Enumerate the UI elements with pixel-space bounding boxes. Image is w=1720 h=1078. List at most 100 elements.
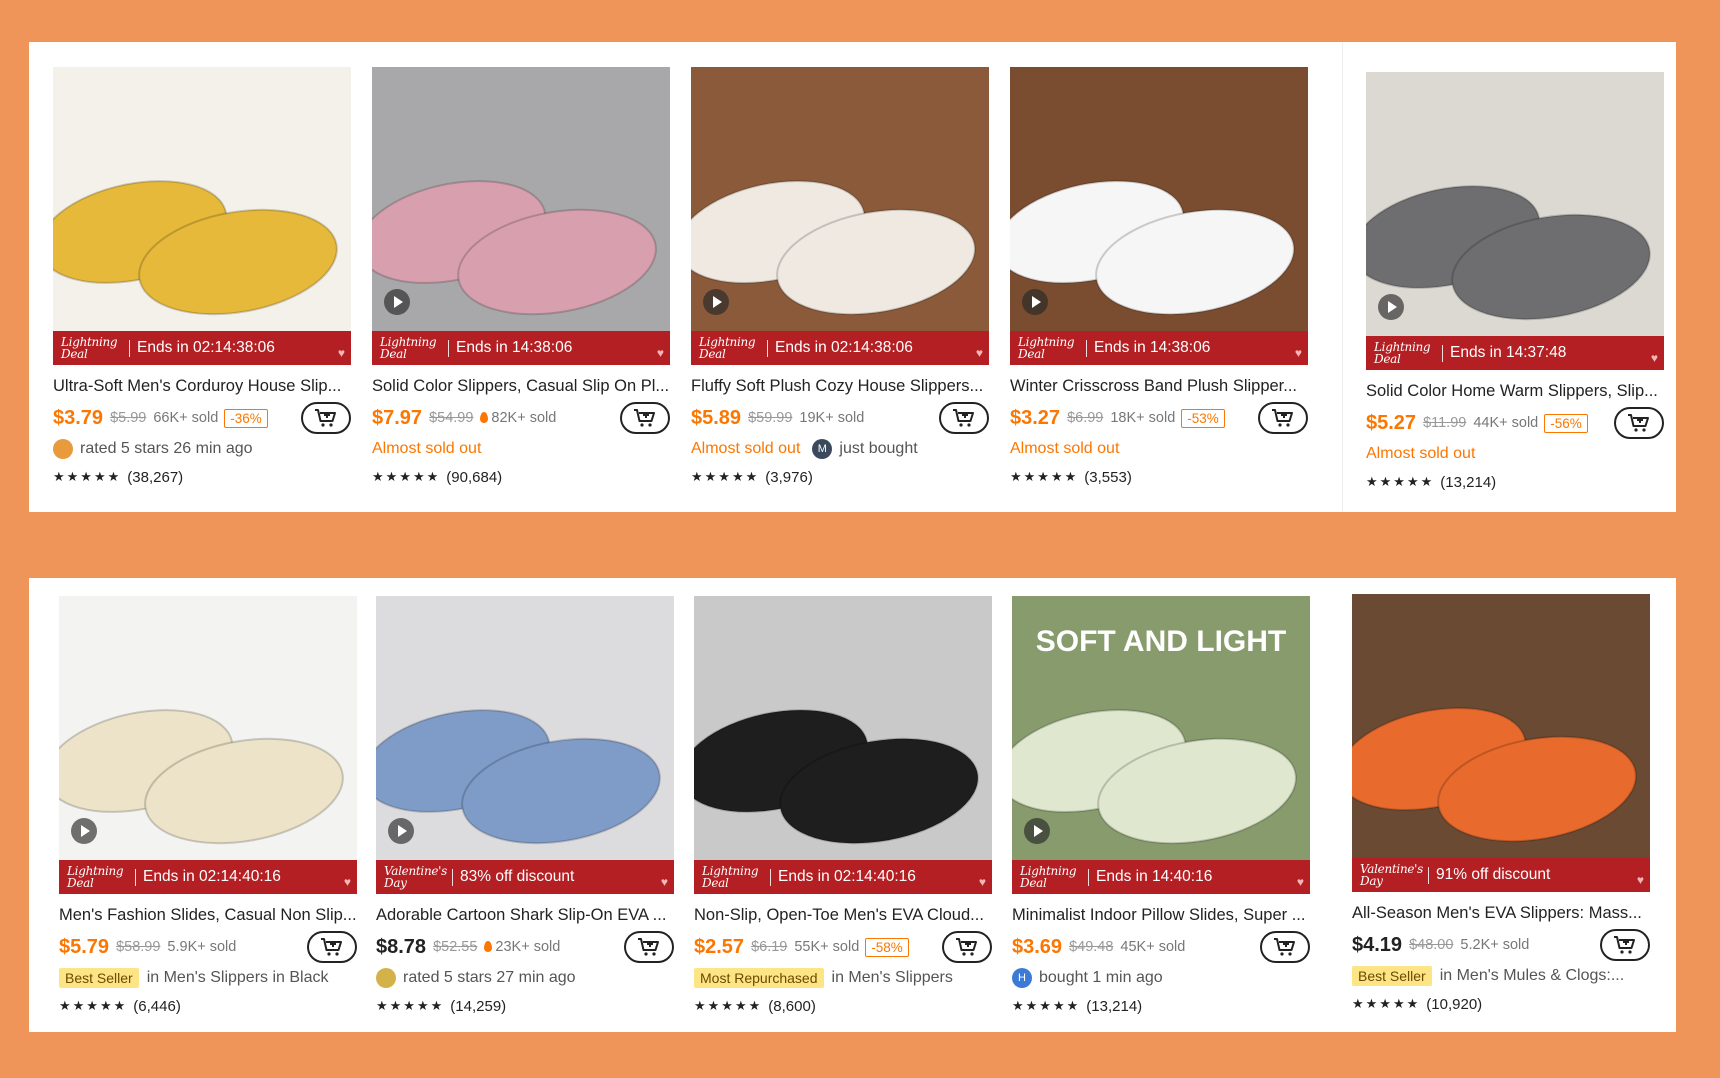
product-title[interactable]: Fluffy Soft Plush Cozy House Slippers... <box>691 377 989 396</box>
flame-icon <box>484 941 493 952</box>
product-card-crisscross-plush-slippers[interactable]: Lightning Deal Ends in 14:38:06 ♥ Winter Cr… <box>1010 67 1308 490</box>
product-title[interactable]: Solid Color Slippers, Casual Slip On Pl.… <box>372 377 670 396</box>
heart-icon: ♥ <box>1296 875 1304 889</box>
add-to-cart-button[interactable] <box>620 402 670 434</box>
product-card-massage-eva-slippers[interactable]: Valentine's Day 91% off discount ♥ All-Seas… <box>1352 594 1650 1017</box>
deal-countdown: Ends in 14:40:16 <box>1096 868 1213 885</box>
product-photo <box>1366 72 1664 370</box>
sold-count: 66K+ sold <box>153 410 219 426</box>
add-to-cart-button[interactable] <box>1258 402 1308 434</box>
product-card-knit-home-slippers[interactable]: Lightning Deal Ends in 14:37:48 ♥ Solid Col… <box>1366 72 1664 495</box>
product-title[interactable]: All-Season Men's EVA Slippers: Mass... <box>1352 904 1650 923</box>
product-image[interactable]: Lightning Deal Ends in 14:38:06 ♥ <box>1010 67 1308 365</box>
heart-icon: ♥ <box>978 875 986 889</box>
sold-count: 44K+ sold <box>1473 415 1539 431</box>
product-image[interactable]: Lightning Deal Ends in 02:14:40:16 ♥ <box>59 596 357 894</box>
cart-icon <box>956 938 977 956</box>
price-row: $4.19 $48.00 5.2K+ sold <box>1352 929 1650 961</box>
add-to-cart-button[interactable] <box>1260 931 1310 963</box>
product-title[interactable]: Solid Color Home Warm Slippers, Slip... <box>1366 382 1664 401</box>
heart-icon: ♥ <box>660 875 668 889</box>
deal-countdown: Ends in 02:14:40:16 <box>143 868 281 885</box>
product-row-top: Lightning Deal Ends in 02:14:38:06 ♥ Ultra-… <box>29 42 1676 512</box>
product-image[interactable]: Valentine's Day 91% off discount ♥ <box>1352 594 1650 892</box>
heart-icon: ♥ <box>656 346 664 360</box>
review-count: (10,920) <box>1426 995 1483 1013</box>
original-price: $6.99 <box>1067 410 1104 426</box>
product-photo <box>691 67 989 365</box>
product-card-fluffy-plush-slippers[interactable]: Lightning Deal Ends in 02:14:38:06 ♥ Fluffy… <box>691 67 989 490</box>
social-proof: Most Repurchased in Men's Slippers <box>694 965 992 991</box>
product-image[interactable]: Lightning Deal Ends in 14:38:06 ♥ <box>372 67 670 365</box>
add-to-cart-button[interactable] <box>307 931 357 963</box>
cart-icon <box>953 409 974 427</box>
social-proof: Almost sold out <box>1010 436 1308 462</box>
deal-divider <box>1086 339 1087 357</box>
add-to-cart-button[interactable] <box>1614 407 1664 439</box>
heart-icon: ♥ <box>1650 351 1658 365</box>
sale-price: $3.79 <box>53 406 104 429</box>
product-card-yellow-corduroy-slippers[interactable]: Lightning Deal Ends in 02:14:38:06 ♥ Ultra-… <box>53 67 351 490</box>
ranking-category[interactable]: in Men's Slippers in Black <box>147 969 329 987</box>
play-video-icon[interactable] <box>1378 294 1404 320</box>
play-video-icon[interactable] <box>1022 289 1048 315</box>
ranking-category[interactable]: in Men's Slippers <box>832 969 953 987</box>
product-image[interactable]: Lightning Deal Ends in 14:37:48 ♥ <box>1366 72 1664 370</box>
ranking-tag: Most Repurchased <box>694 968 824 988</box>
play-video-icon[interactable] <box>703 289 729 315</box>
product-card-eva-cloud-slides[interactable]: Lightning Deal Ends in 02:14:40:16 ♥ Non-Sl… <box>694 596 992 1019</box>
star-rating-icon: ★★★★★ <box>59 998 128 1013</box>
product-title[interactable]: Minimalist Indoor Pillow Slides, Super .… <box>1012 906 1310 925</box>
social-proof: Almost sold out <box>1366 441 1664 467</box>
social-proof: Almost sold out <box>372 436 670 462</box>
add-to-cart-button[interactable] <box>942 931 992 963</box>
product-card-pink-plush-slippers[interactable]: Lightning Deal Ends in 14:38:06 ♥ Solid Col… <box>372 67 670 490</box>
discount-badge: -53% <box>1181 408 1225 428</box>
cart-icon <box>315 409 336 427</box>
sold-count: 5.9K+ sold <box>167 939 237 955</box>
product-title[interactable]: Winter Crisscross Band Plush Slipper... <box>1010 377 1308 396</box>
add-to-cart-button[interactable] <box>301 402 351 434</box>
product-image[interactable]: Lightning Deal Ends in 02:14:38:06 ♥ <box>691 67 989 365</box>
product-photo <box>1352 594 1650 892</box>
ranking-category[interactable]: in Men's Mules & Clogs:... <box>1440 967 1624 985</box>
sold-count: 23K+ sold <box>484 939 560 955</box>
play-video-icon[interactable] <box>71 818 97 844</box>
deal-badge-logo: Lightning Deal <box>380 335 437 361</box>
product-title[interactable]: Adorable Cartoon Shark Slip-On EVA ... <box>376 906 674 925</box>
play-video-icon[interactable] <box>1024 818 1050 844</box>
deal-countdown: Ends in 14:38:06 <box>1094 339 1211 356</box>
play-video-icon[interactable] <box>384 289 410 315</box>
almost-sold-out: Almost sold out <box>691 440 801 457</box>
social-proof: Best Seller in Men's Mules & Clogs:... <box>1352 963 1650 989</box>
rating: ★★★★★ (13,214) <box>1366 469 1664 495</box>
product-card-pillow-slides[interactable]: SOFT AND LIGHT Lightning Deal Ends in 14:4… <box>1012 596 1310 1019</box>
product-title[interactable]: Non-Slip, Open-Toe Men's EVA Cloud... <box>694 906 992 925</box>
sale-price: $8.78 <box>376 935 427 958</box>
original-price: $6.19 <box>751 939 788 955</box>
discount-badge: -56% <box>1544 413 1588 433</box>
product-image[interactable]: Lightning Deal Ends in 02:14:40:16 ♥ <box>694 596 992 894</box>
sold-count: 45K+ sold <box>1120 939 1186 955</box>
add-to-cart-button[interactable] <box>939 402 989 434</box>
original-price: $54.99 <box>429 410 474 426</box>
sold-count: 5.2K+ sold <box>1460 937 1530 953</box>
product-image[interactable]: SOFT AND LIGHT Lightning Deal Ends in 14:4… <box>1012 596 1310 894</box>
star-rating-icon: ★★★★★ <box>376 998 445 1013</box>
product-image[interactable]: Lightning Deal Ends in 02:14:38:06 ♥ <box>53 67 351 365</box>
product-title[interactable]: Men's Fashion Slides, Casual Non Slip... <box>59 906 357 925</box>
product-image[interactable]: Valentine's Day 83% off discount ♥ <box>376 596 674 894</box>
deal-countdown: 91% off discount <box>1436 866 1551 883</box>
sold-count: 18K+ sold <box>1110 410 1176 426</box>
add-to-cart-button[interactable] <box>1600 929 1650 961</box>
product-title[interactable]: Ultra-Soft Men's Corduroy House Slip... <box>53 377 351 396</box>
deal-countdown: Ends in 02:14:38:06 <box>137 339 275 356</box>
recent-activity: just bought <box>839 440 918 457</box>
product-card-shark-slides[interactable]: Valentine's Day 83% off discount ♥ Adorable… <box>376 596 674 1019</box>
rating: ★★★★★ (6,446) <box>59 993 357 1019</box>
product-card-fashion-slides[interactable]: Lightning Deal Ends in 02:14:40:16 ♥ Men's … <box>59 596 357 1019</box>
deal-banner: Valentine's Day 91% off discount ♥ <box>1352 858 1650 892</box>
add-to-cart-button[interactable] <box>624 931 674 963</box>
play-video-icon[interactable] <box>388 818 414 844</box>
star-rating-icon: ★★★★★ <box>1352 996 1421 1011</box>
